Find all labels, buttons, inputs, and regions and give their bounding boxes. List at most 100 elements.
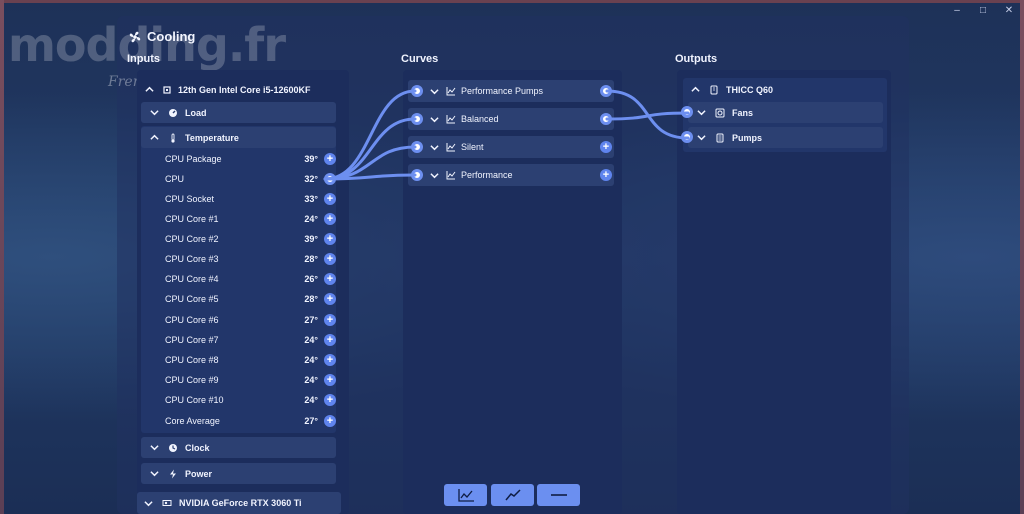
curve-input-port[interactable] xyxy=(411,141,423,153)
cpu-icon xyxy=(161,84,173,96)
curve-graph-icon xyxy=(445,141,457,153)
sensor-value: 27° xyxy=(304,416,318,426)
add-link-button[interactable]: + xyxy=(324,334,336,346)
sensor-row[interactable]: CPU Core #8 24° + xyxy=(141,351,336,369)
chevron-down-icon[interactable] xyxy=(427,112,441,126)
add-link-button[interactable]: + xyxy=(324,415,336,427)
sensor-name: CPU Core #3 xyxy=(165,254,219,264)
sensor-value: 24° xyxy=(304,395,318,405)
add-link-button[interactable]: + xyxy=(324,193,336,205)
add-fixed-curve-button[interactable] xyxy=(537,484,580,506)
window-frame-left xyxy=(0,0,4,514)
add-link-button[interactable]: + xyxy=(324,314,336,326)
curve-input-port[interactable] xyxy=(411,113,423,125)
sensor-name: CPU xyxy=(165,174,185,184)
output-port[interactable] xyxy=(681,131,693,143)
sensor-value: 24° xyxy=(304,335,318,345)
group-temperature[interactable]: Temperature xyxy=(141,127,336,148)
add-link-button[interactable]: + xyxy=(324,394,336,406)
chevron-down-icon[interactable] xyxy=(141,496,155,510)
add-graph-curve-button[interactable] xyxy=(444,484,487,506)
sensor-row[interactable]: CPU Core #4 26° + xyxy=(141,270,336,288)
add-link-button[interactable]: + xyxy=(324,213,336,225)
chevron-down-icon[interactable] xyxy=(147,106,161,120)
add-link-button[interactable]: + xyxy=(324,374,336,386)
curve-input-port[interactable] xyxy=(411,85,423,97)
chevron-down-icon[interactable] xyxy=(147,467,161,481)
sensor-name: Core Average xyxy=(165,416,220,426)
fan-icon xyxy=(714,107,726,119)
group-clock[interactable]: Clock xyxy=(141,437,336,458)
add-link-button[interactable]: + xyxy=(324,354,336,366)
close-button[interactable]: ✕ xyxy=(1004,5,1014,16)
chevron-down-icon[interactable] xyxy=(427,168,441,182)
output-device-row[interactable]: THICC Q60 xyxy=(686,81,884,98)
output-channel-label: Pumps xyxy=(732,132,763,143)
add-link-button[interactable]: + xyxy=(324,293,336,305)
sensor-name: CPU Core #5 xyxy=(165,294,219,304)
sensor-row[interactable]: CPU Core #6 27° + xyxy=(141,311,336,329)
add-linear-curve-button[interactable] xyxy=(491,484,534,506)
add-link-button[interactable]: + xyxy=(324,153,336,165)
sensor-value: 28° xyxy=(304,254,318,264)
watermark-logo: modding.fr xyxy=(8,18,286,72)
chevron-up-icon[interactable] xyxy=(147,131,161,145)
chevron-down-icon[interactable] xyxy=(694,131,708,145)
curve-row[interactable]: Balanced xyxy=(408,108,614,130)
sensor-row[interactable]: CPU Core #7 24° + xyxy=(141,331,336,349)
chevron-down-icon[interactable] xyxy=(694,106,708,120)
input-device-row[interactable]: 12th Gen Intel Core i5-12600KF xyxy=(140,81,346,98)
curve-row[interactable]: Performance Pumps xyxy=(408,80,614,102)
chevron-down-icon[interactable] xyxy=(427,84,441,98)
sensor-row[interactable]: Core Average 27° + xyxy=(141,412,336,430)
minimize-button[interactable]: – xyxy=(952,5,962,16)
add-output-button[interactable]: + xyxy=(600,141,612,153)
curve-name: Performance Pumps xyxy=(461,86,544,96)
curve-graph-icon xyxy=(445,169,457,181)
clock-icon xyxy=(167,442,179,454)
group-temperature-label: Temperature xyxy=(185,132,239,143)
sensor-value: 33° xyxy=(304,194,318,204)
link-port-cpu[interactable] xyxy=(324,173,336,185)
sensor-row[interactable]: CPU Core #1 24° + xyxy=(141,210,336,228)
output-channel-fans[interactable]: Fans xyxy=(681,102,883,123)
sensor-name: CPU Package xyxy=(165,154,222,164)
sensor-name: CPU Socket xyxy=(165,194,215,204)
chevron-up-icon[interactable] xyxy=(688,83,702,97)
sensor-value: 24° xyxy=(304,355,318,365)
graph-curve-icon xyxy=(457,489,474,502)
sensor-row[interactable]: CPU Core #5 28° + xyxy=(141,290,336,308)
curve-row[interactable]: Performance + xyxy=(408,164,614,186)
window-frame-right xyxy=(1020,0,1024,514)
chevron-up-icon[interactable] xyxy=(142,83,156,97)
window-frame-top xyxy=(0,0,1024,3)
sensor-row[interactable]: CPU Core #3 28° + xyxy=(141,250,336,268)
output-device-label: THICC Q60 xyxy=(726,84,774,95)
chevron-down-icon[interactable] xyxy=(427,140,441,154)
add-link-button[interactable]: + xyxy=(324,273,336,285)
curve-output-port[interactable] xyxy=(600,85,612,97)
chevron-down-icon[interactable] xyxy=(147,441,161,455)
group-load[interactable]: Load xyxy=(141,102,336,123)
output-port[interactable] xyxy=(681,106,693,118)
gpu-device-row[interactable]: NVIDIA GeForce RTX 3060 Ti xyxy=(137,492,341,514)
sensor-row[interactable]: CPU Package 39° + xyxy=(141,150,336,168)
lightning-icon xyxy=(167,468,179,480)
add-link-button[interactable]: + xyxy=(324,233,336,245)
curve-graph-icon xyxy=(445,113,457,125)
maximize-button[interactable]: □ xyxy=(978,5,988,16)
curve-row[interactable]: Silent + xyxy=(408,136,614,158)
curve-input-port[interactable] xyxy=(411,169,423,181)
add-output-button[interactable]: + xyxy=(600,169,612,181)
sensor-row[interactable]: CPU Core #2 39° + xyxy=(141,230,336,248)
sensor-row[interactable]: CPU Core #9 24° + xyxy=(141,371,336,389)
gauge-icon xyxy=(167,107,179,119)
sensor-row[interactable]: CPU Socket 33° + xyxy=(141,190,336,208)
group-power[interactable]: Power xyxy=(141,463,336,484)
curve-output-port[interactable] xyxy=(600,113,612,125)
output-channel-pumps[interactable]: Pumps xyxy=(681,127,883,148)
sensor-row[interactable]: CPU Core #10 24° + xyxy=(141,391,336,409)
sensor-row[interactable]: CPU 32° xyxy=(141,170,336,188)
add-link-button[interactable]: + xyxy=(324,253,336,265)
sensor-name: CPU Core #6 xyxy=(165,315,219,325)
